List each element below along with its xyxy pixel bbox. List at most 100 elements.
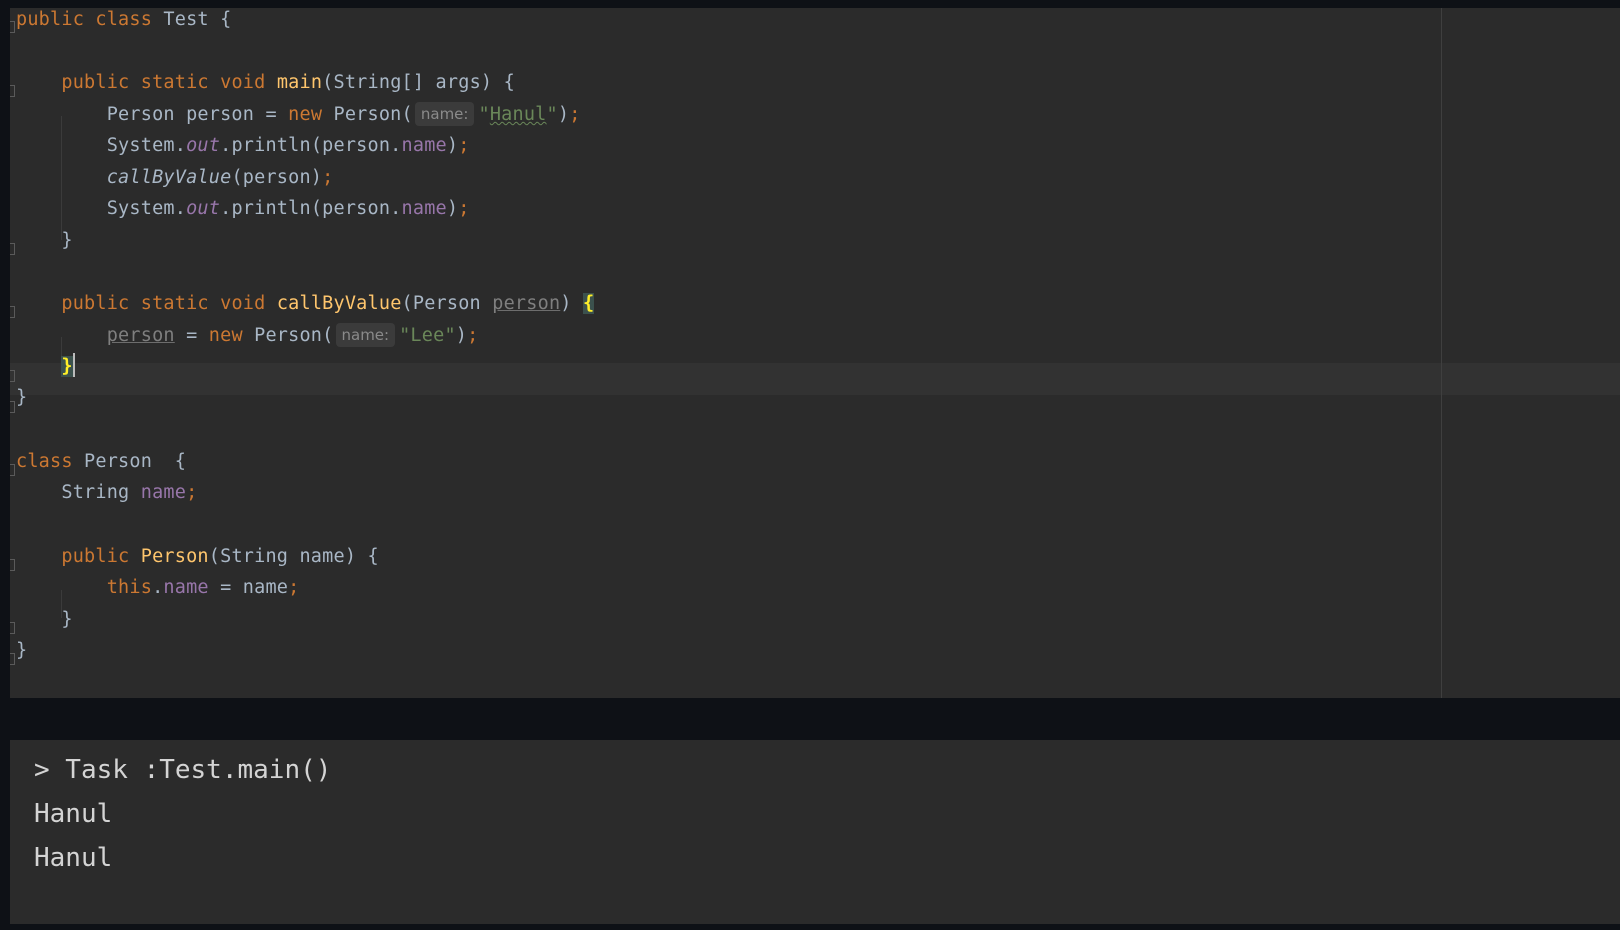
semicolon: ; xyxy=(186,482,198,503)
keyword: public xyxy=(16,9,85,30)
code-line-10[interactable]: public static void callByValue(Person pe… xyxy=(16,288,595,320)
parameter-hint: name: xyxy=(335,323,396,347)
unused-parameter: person xyxy=(492,293,561,314)
fold-marker[interactable] xyxy=(10,401,15,413)
semicolon: ; xyxy=(467,325,479,346)
code-text: = xyxy=(174,325,209,346)
text-cursor xyxy=(72,353,75,377)
fold-marker[interactable] xyxy=(10,85,15,97)
fold-marker[interactable] xyxy=(10,243,15,255)
code-line-7[interactable]: System.out.println(person.name); xyxy=(16,193,470,225)
keyword: void xyxy=(220,72,266,93)
code-line-4[interactable]: Person person = new Person(name: "Hanul")… xyxy=(16,99,581,131)
closing-brace: } xyxy=(16,640,28,661)
closing-brace: } xyxy=(16,387,28,408)
fold-marker[interactable] xyxy=(10,370,15,382)
code-text: .println(person. xyxy=(220,198,402,219)
keyword: void xyxy=(220,293,266,314)
fold-marker[interactable] xyxy=(10,622,15,634)
right-margin-guide xyxy=(1441,8,1442,698)
keyword: class xyxy=(16,451,73,472)
current-line-highlight xyxy=(10,363,1620,395)
code-line-21[interactable]: } xyxy=(16,635,27,667)
code-line-13[interactable]: } xyxy=(16,382,27,414)
string-literal: " xyxy=(546,104,558,125)
code-line-15[interactable]: class Person { xyxy=(16,446,186,478)
code-line-11[interactable]: person = new Person(name: "Lee"); xyxy=(16,320,478,352)
code-text: System. xyxy=(106,135,187,156)
code-text: . xyxy=(152,577,164,598)
class-name: Test xyxy=(163,9,209,30)
fold-marker[interactable] xyxy=(10,559,15,571)
static-method-call: callByValue xyxy=(106,167,232,188)
closing-brace: } xyxy=(61,230,73,251)
unused-parameter: person xyxy=(106,325,175,346)
string-literal: " xyxy=(478,104,490,125)
semicolon: ; xyxy=(569,104,581,125)
fold-marker[interactable] xyxy=(10,464,15,476)
code-text: (String[] args) { xyxy=(322,72,515,93)
code-line-18[interactable]: public Person(String name) { xyxy=(16,541,379,573)
method-name: callByValue xyxy=(276,293,402,314)
semicolon: ; xyxy=(458,198,470,219)
code-text: ) xyxy=(557,104,570,125)
code-text: = name xyxy=(208,577,289,598)
code-text: ) xyxy=(560,293,583,314)
keyword: class xyxy=(95,9,153,30)
code-line-3[interactable]: public static void main(String[] args) { xyxy=(16,67,515,99)
console-line: Hanul xyxy=(34,843,113,873)
fold-marker[interactable] xyxy=(10,306,15,318)
code-text: ) xyxy=(446,198,459,219)
console-output-panel[interactable]: > Task :Test.main() Hanul Hanul xyxy=(10,740,1620,924)
field-name: name xyxy=(401,198,447,219)
code-line-8[interactable]: } xyxy=(16,225,73,257)
closing-brace: } xyxy=(61,609,73,630)
fold-marker[interactable] xyxy=(10,653,15,665)
console-line: Hanul xyxy=(34,799,113,829)
keyword: public xyxy=(61,293,130,314)
matched-brace: { xyxy=(582,293,595,314)
console-line: > Task :Test.main() xyxy=(34,755,332,785)
code-line-5[interactable]: System.out.println(person.name); xyxy=(16,130,470,162)
string-literal: Hanul xyxy=(489,104,547,125)
parameter-hint: name: xyxy=(414,102,475,126)
code-text: (person) xyxy=(231,167,323,188)
matched-brace: } xyxy=(61,356,73,377)
static-field: out xyxy=(186,198,221,219)
keyword: new xyxy=(288,104,323,125)
code-text: (Person xyxy=(401,293,493,314)
fold-marker[interactable] xyxy=(10,21,15,33)
code-line-6[interactable]: callByValue(person); xyxy=(16,162,334,194)
field-name: name xyxy=(140,482,187,503)
code-line-1[interactable]: public class Test { xyxy=(16,8,231,36)
code-text: Person person = xyxy=(106,104,289,125)
string-literal: "Lee" xyxy=(399,325,456,346)
code-text: Person( xyxy=(322,104,413,125)
code-text: ) xyxy=(446,135,459,156)
keyword: static xyxy=(140,293,209,314)
code-line-16[interactable]: String name; xyxy=(16,477,197,509)
code-line-19[interactable]: this.name = name; xyxy=(16,572,300,604)
code-editor[interactable]: public class Test { public static void m… xyxy=(10,8,1620,698)
semicolon: ; xyxy=(458,135,470,156)
keyword: public xyxy=(61,72,130,93)
code-text: Person( xyxy=(242,325,334,346)
keyword: new xyxy=(208,325,243,346)
code-text: System. xyxy=(106,198,187,219)
static-field: out xyxy=(186,135,221,156)
code-text: ) xyxy=(455,325,468,346)
field-name: name xyxy=(163,577,209,598)
code-line-12[interactable]: } xyxy=(16,351,75,383)
code-text: (String name) { xyxy=(208,546,379,567)
code-line-20[interactable]: } xyxy=(16,604,73,636)
keyword: this xyxy=(106,577,153,598)
field-name: name xyxy=(401,135,447,156)
code-text: { xyxy=(208,9,232,30)
keyword: static xyxy=(140,72,209,93)
class-name: Person { xyxy=(72,451,187,472)
method-name: main xyxy=(276,72,323,93)
semicolon: ; xyxy=(322,167,334,188)
semicolon: ; xyxy=(288,577,300,598)
keyword: public xyxy=(61,546,130,567)
type-name: String xyxy=(61,482,141,503)
